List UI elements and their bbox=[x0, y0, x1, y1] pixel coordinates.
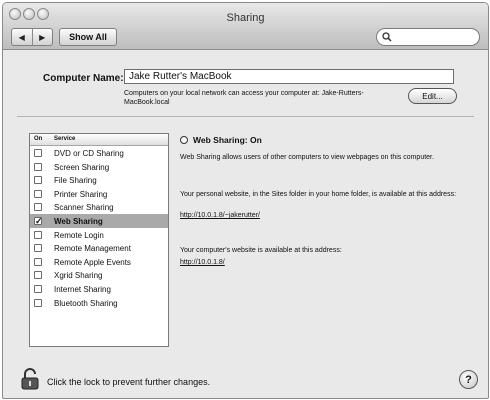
computer-website-link[interactable]: http://10.0.1.8/ bbox=[180, 259, 225, 266]
service-checkbox[interactable] bbox=[34, 271, 42, 280]
service-label: Remote Login bbox=[54, 230, 104, 240]
computer-website-text: Your computer's website is available at … bbox=[180, 247, 342, 254]
lock-button[interactable] bbox=[20, 368, 40, 395]
search-icon bbox=[382, 32, 392, 42]
forward-button[interactable]: ▶ bbox=[31, 29, 53, 45]
edit-button[interactable]: Edit... bbox=[408, 88, 457, 104]
service-label: Xgrid Sharing bbox=[54, 271, 103, 281]
service-checkbox[interactable] bbox=[34, 244, 42, 253]
service-row[interactable]: Printer Sharing bbox=[30, 187, 168, 201]
title-bar: Sharing ◀ ▶ Show All bbox=[3, 3, 488, 50]
service-label: Web Sharing bbox=[54, 216, 103, 226]
show-all-button[interactable]: Show All bbox=[59, 28, 117, 46]
service-row[interactable]: Remote Management bbox=[30, 241, 168, 255]
service-column-header[interactable]: Service bbox=[54, 136, 75, 142]
service-list[interactable]: On Service DVD or CD Sharing Screen Shari… bbox=[29, 133, 169, 347]
computer-name-description: Computers on your local network can acce… bbox=[124, 90, 364, 106]
service-checkbox[interactable] bbox=[34, 189, 42, 198]
section-divider bbox=[17, 116, 474, 117]
service-checkbox[interactable] bbox=[34, 162, 42, 171]
on-column-header[interactable]: On bbox=[34, 136, 42, 142]
service-row[interactable]: File Sharing bbox=[30, 173, 168, 187]
computer-name-label: Computer Name: bbox=[43, 73, 124, 84]
service-status: Web Sharing: On bbox=[180, 135, 262, 145]
back-arrow-icon: ◀ bbox=[18, 32, 25, 42]
service-label: Screen Sharing bbox=[54, 162, 110, 172]
service-label: DVD or CD Sharing bbox=[54, 149, 124, 158]
service-row[interactable]: Xgrid Sharing bbox=[30, 268, 168, 282]
service-checkbox[interactable]: ✓ bbox=[34, 215, 43, 226]
service-row[interactable]: Screen Sharing bbox=[30, 160, 168, 174]
service-checkbox[interactable] bbox=[34, 203, 42, 212]
back-forward-control: ◀ ▶ bbox=[11, 28, 53, 46]
service-label: Scanner Sharing bbox=[54, 203, 114, 213]
service-checkbox[interactable] bbox=[34, 257, 42, 266]
service-row[interactable]: Scanner Sharing bbox=[30, 200, 168, 214]
personal-website-link[interactable]: http://10.0.1.8/~jakerutter/ bbox=[180, 212, 260, 219]
service-row[interactable]: Internet Sharing bbox=[30, 282, 168, 296]
help-button[interactable]: ? bbox=[459, 370, 478, 389]
status-text: Web Sharing: On bbox=[193, 135, 262, 145]
service-label: Remote Apple Events bbox=[54, 257, 131, 267]
computer-name-field[interactable]: Jake Rutter's MacBook bbox=[124, 69, 454, 84]
status-indicator-icon bbox=[180, 136, 188, 144]
service-row[interactable]: Bluetooth Sharing bbox=[30, 296, 168, 310]
service-checkbox[interactable] bbox=[34, 149, 42, 157]
checkmark-icon: ✓ bbox=[35, 215, 43, 226]
back-button[interactable]: ◀ bbox=[12, 29, 32, 45]
sharing-window: Sharing ◀ ▶ Show All Computer Name: Jake… bbox=[2, 2, 489, 399]
service-list-header: On Service bbox=[30, 134, 168, 146]
service-checkbox[interactable] bbox=[34, 176, 42, 185]
forward-arrow-icon: ▶ bbox=[39, 32, 46, 42]
service-label: Internet Sharing bbox=[54, 284, 111, 294]
service-checkbox[interactable] bbox=[34, 230, 42, 239]
service-checkbox[interactable] bbox=[34, 298, 42, 307]
service-label: Printer Sharing bbox=[54, 189, 108, 199]
lock-message: Click the lock to prevent further change… bbox=[47, 377, 211, 387]
window-title: Sharing bbox=[226, 12, 265, 24]
service-row[interactable]: Remote Login bbox=[30, 228, 168, 242]
service-row[interactable]: DVD or CD Sharing bbox=[30, 146, 168, 160]
service-label: Bluetooth Sharing bbox=[54, 298, 118, 308]
service-row[interactable]: ✓ Web Sharing bbox=[30, 213, 168, 228]
search-field[interactable] bbox=[376, 28, 480, 46]
service-label: Remote Management bbox=[54, 244, 131, 254]
service-checkbox[interactable] bbox=[34, 284, 42, 293]
service-label: File Sharing bbox=[54, 176, 97, 186]
service-row[interactable]: Remote Apple Events bbox=[30, 255, 168, 269]
personal-website-text: Your personal website, in the Sites fold… bbox=[180, 191, 457, 198]
lock-icon bbox=[21, 368, 39, 390]
service-description: Web Sharing allows users of other comput… bbox=[180, 154, 434, 161]
